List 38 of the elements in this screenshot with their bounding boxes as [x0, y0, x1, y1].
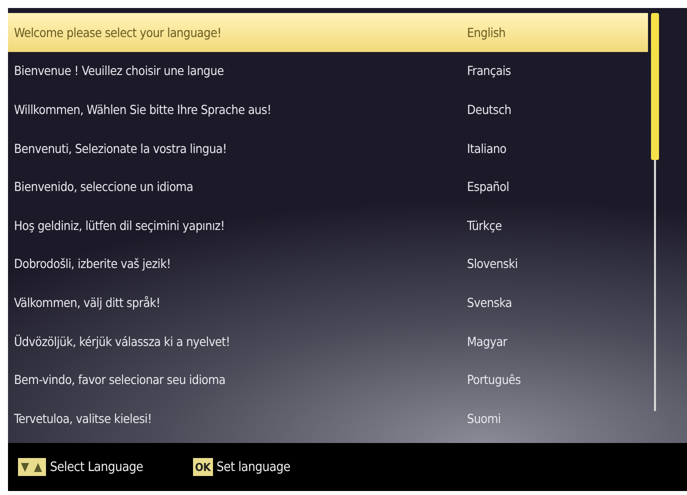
language-name: Português	[467, 372, 521, 388]
hint-label: Set language	[216, 460, 290, 474]
greeting-text: Hoş geldiniz, lütfen dil seçimini yapınız!	[14, 218, 226, 233]
language-name: Magyar	[467, 334, 508, 349]
language-name: Français	[467, 63, 511, 78]
language-row[interactable]: Välkommen, välj ditt språk! Svenska	[8, 283, 648, 322]
greeting-text: Tervetuloa, valitse kielesi!	[14, 410, 153, 426]
ok-key: OK	[193, 458, 213, 476]
greeting-text: Benvenuti, Selezionate la vostra lingua!	[14, 140, 228, 156]
greeting-text: Dobrodošli, izberite vaš jezik!	[14, 256, 172, 272]
greeting-text: Willkommen, Wählen Sie bitte Ihre Sprache aus!	[14, 102, 272, 117]
language-name: Svenska	[467, 294, 512, 310]
greeting-text: Bem-vindo, favor selecionar seu idioma	[14, 372, 226, 388]
language-row[interactable]: Bienvenue ! Veuillez choisir une langue Français	[8, 52, 648, 90]
hint-label: Select Language	[50, 460, 144, 474]
language-name: English	[467, 24, 506, 40]
language-name: Türkçe	[467, 218, 502, 233]
language-row[interactable]: Üdvözöljük, kérjük válassza ki a nyelvet! Magyar	[8, 322, 648, 360]
greeting-text: Bienvenue ! Veuillez choisir une langue	[14, 63, 225, 78]
language-row[interactable]: Hoş geldiniz, lütfen dil seçimini yapınız! Türkçe	[8, 206, 648, 245]
language-name: Deutsch	[467, 102, 512, 117]
language-row[interactable]: Bem-vindo, favor selecionar seu idioma Português	[8, 360, 648, 399]
language-row[interactable]: Benvenuti, Selezionate la vostra lingua! Italiano	[8, 128, 648, 168]
language-row[interactable]: Dobrodošli, izberite vaš jezik! Slovenski	[8, 244, 648, 284]
up-down-arrows-icon	[18, 458, 46, 476]
language-row[interactable]: Bienvenido, seleccione un idioma Español	[8, 167, 648, 206]
language-name: Italiano	[467, 140, 506, 156]
greeting-text: Welcome please select your language!	[14, 24, 222, 40]
language-row[interactable]: Willkommen, Wählen Sie bitte Ihre Sprache aus! Deutsch	[8, 90, 648, 129]
greeting-text: Üdvözöljük, kérjük válassza ki a nyelvet!	[14, 334, 231, 349]
language-name: Español	[467, 179, 510, 194]
language-name: Slovenski	[467, 256, 518, 272]
language-row[interactable]: Tervetuloa, valitse kielesi! Suomi	[8, 398, 648, 438]
greeting-text: Bienvenido, seleccione un idioma	[14, 179, 194, 194]
language-row[interactable]: Welcome please select your language! English	[8, 13, 648, 52]
scroll-thumb[interactable]	[651, 13, 659, 160]
language-name: Suomi	[467, 410, 501, 426]
greeting-text: Välkommen, välj ditt språk!	[14, 294, 162, 310]
